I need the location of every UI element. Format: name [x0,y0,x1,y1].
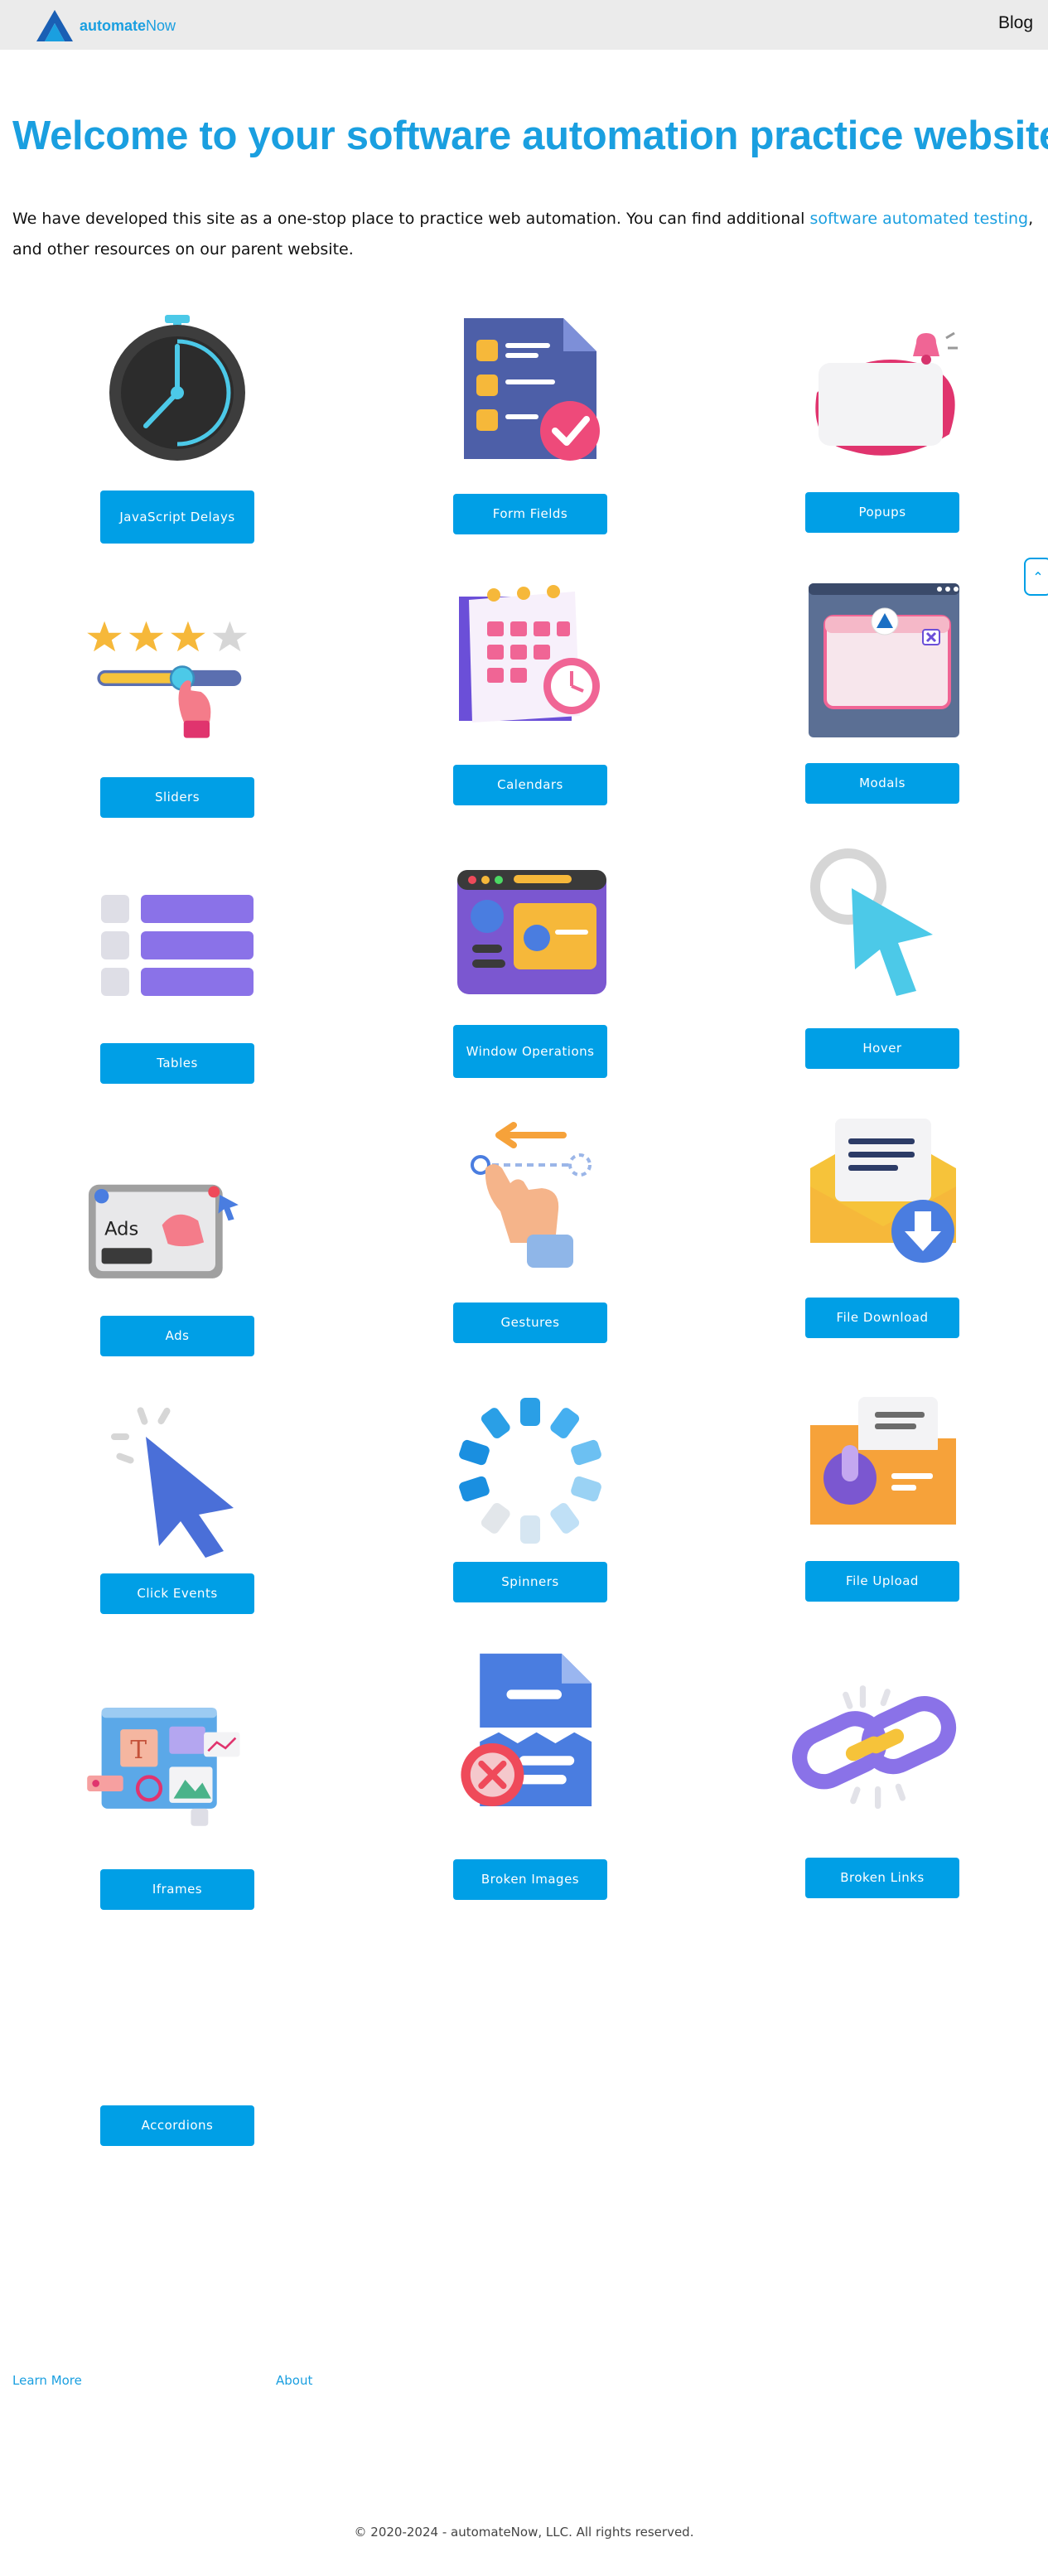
swipe-hand-icon [471,1122,592,1268]
javascript-delays-button[interactable]: JavaScript Delays [100,491,254,544]
broken-links-button[interactable]: Broken Links [805,1858,959,1898]
site-logo[interactable]: automateNow [35,8,176,43]
ad-banner-icon: Ads [88,1184,239,1278]
chevron-up-icon: ⌃ [1032,568,1044,585]
tables-button[interactable]: Tables [100,1043,254,1084]
table-rows-icon [101,895,254,996]
file-download-button[interactable]: File Download [805,1298,959,1338]
logo-text: automateNow [80,17,176,34]
hover-button[interactable]: Hover [805,1028,959,1069]
accordions-button[interactable]: Accordions [100,2105,254,2146]
copyright-text: © 2020-2024 - automateNow, LLC. All righ… [354,2525,694,2540]
folder-upload-icon [810,1397,956,1525]
star-slider-icon [87,621,248,738]
browser-window-icon [457,870,606,994]
form-fields-button[interactable]: Form Fields [453,494,607,534]
modals-button[interactable]: Modals [805,763,959,804]
logo-mark-icon [36,10,73,41]
iframe-collage-icon: T [87,1708,240,1826]
page-title: Welcome to your software automation prac… [12,114,1048,158]
file-upload-button[interactable]: File Upload [805,1561,959,1602]
cursor-click-icon [111,1407,234,1558]
scroll-to-top-button[interactable]: ⌃ [1024,558,1048,596]
broken-chain-icon [792,1685,957,1810]
iframes-button[interactable]: Iframes [100,1869,254,1910]
calendar-icon [459,585,600,723]
click-events-button[interactable]: Click Events [100,1573,254,1614]
blog-link[interactable]: Blog [998,13,1033,33]
sliders-button[interactable]: Sliders [100,777,254,818]
about-link[interactable]: About [276,2373,312,2388]
cursor-hover-icon [810,848,933,996]
broken-images-button[interactable]: Broken Images [453,1859,607,1900]
learn-more-link[interactable]: Learn More [12,2373,82,2388]
envelope-download-icon [810,1119,956,1263]
broken-image-icon [461,1653,592,1806]
modal-window-icon [809,583,959,737]
svg-text:Ads: Ads [104,1219,138,1240]
stopwatch-icon [109,315,245,461]
svg-text:T: T [130,1736,147,1764]
spinner-icon [459,1398,601,1544]
gestures-button[interactable]: Gestures [453,1302,607,1343]
software-testing-link[interactable]: software automated testing [809,210,1028,228]
intro-paragraph: We have developed this site as a one-sto… [12,210,1034,259]
spinners-button[interactable]: Spinners [453,1562,607,1602]
ads-button[interactable]: Ads [100,1316,254,1356]
form-document-icon [464,318,600,461]
window-operations-button[interactable]: Window Operations [453,1025,607,1078]
popups-button[interactable]: Popups [805,492,959,533]
calendars-button[interactable]: Calendars [453,765,607,805]
popup-bell-icon [815,331,958,456]
top-navbar: automateNow Blog [0,0,1048,50]
